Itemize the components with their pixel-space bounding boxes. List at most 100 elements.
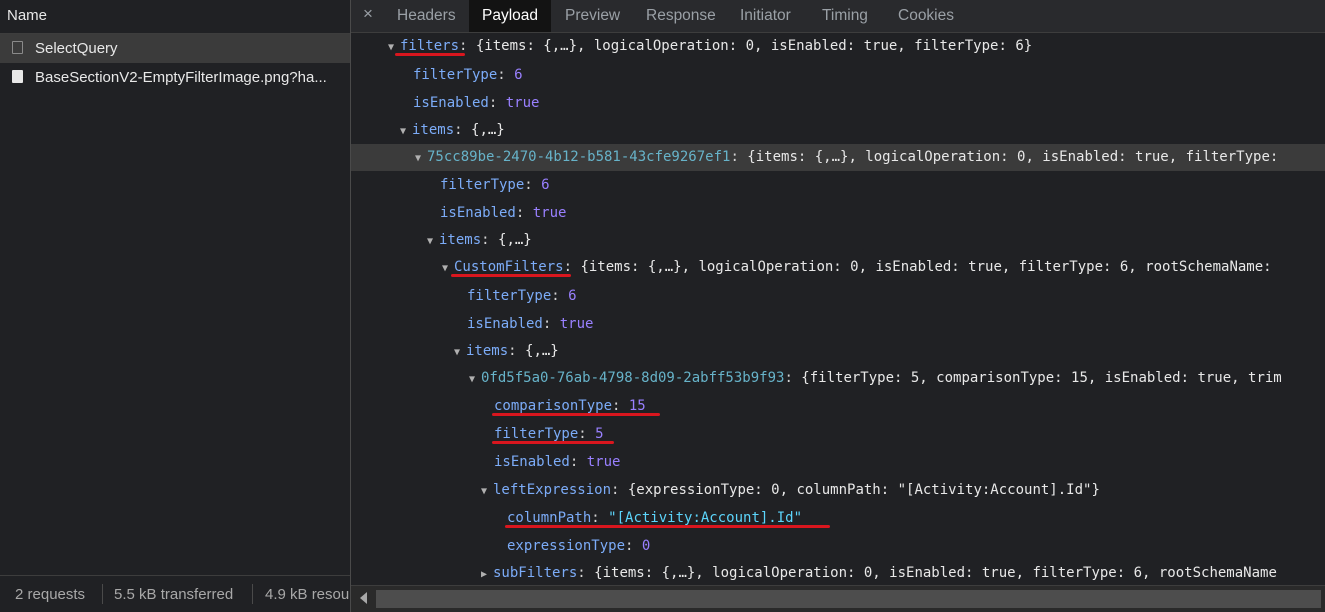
tab-response[interactable]: Response [646, 0, 716, 32]
horizontal-scrollbar[interactable] [351, 585, 1325, 612]
key-separator: : [459, 38, 476, 54]
image-file-icon [12, 70, 23, 83]
payload-tree-row[interactable]: filterType: 6 [351, 62, 1325, 89]
expand-arrow-down-icon[interactable]: ▼ [415, 145, 424, 172]
tree-summary: {expressionType: 0, columnPath: "[Activi… [627, 482, 1100, 498]
tree-key: leftExpression [493, 482, 612, 498]
tree-key: expressionType [507, 538, 626, 554]
payload-tree-row[interactable]: isEnabled: true [351, 311, 1325, 338]
key-separator: : [563, 259, 581, 275]
tree-value: true [532, 205, 567, 221]
payload-tree-row[interactable]: expressionType: 0 [351, 533, 1325, 560]
request-name: SelectQuery [35, 40, 118, 57]
tree-key: isEnabled [467, 316, 543, 332]
tab-headers[interactable]: Headers [397, 0, 456, 32]
expand-arrow-down-icon[interactable]: ▼ [454, 339, 463, 366]
payload-tree-row[interactable]: ▼ items: {,…} [351, 117, 1325, 144]
tree-key: isEnabled [440, 205, 516, 221]
request-name: BaseSectionV2-EmptyFilterImage.png?ha... [35, 69, 327, 86]
payload-tree-row[interactable]: ▼ items: {,…} [351, 227, 1325, 254]
payload-tree-row[interactable]: ▼ filters: {items: {,…}, logicalOperation… [351, 33, 1325, 60]
expand-arrow-down-icon[interactable]: ▼ [388, 34, 397, 61]
key-separator: : [454, 122, 472, 138]
tree-summary: {,…} [525, 343, 559, 359]
tree-value: 6 [514, 67, 523, 83]
tree-key: columnPath [507, 510, 592, 526]
key-separator: : [515, 205, 533, 221]
expand-arrow-down-icon[interactable]: ▼ [481, 478, 490, 505]
tree-value: "[Activity:Account].Id" [608, 510, 803, 526]
expand-arrow-down-icon[interactable]: ▼ [400, 118, 409, 145]
tab-preview[interactable]: Preview [565, 0, 620, 32]
payload-tree-row[interactable]: isEnabled: true [351, 90, 1325, 117]
tree-value: 5 [595, 426, 604, 442]
details-tab-bar: × Headers Payload Preview Response Initi… [351, 0, 1325, 33]
red-annotation-underline [492, 413, 660, 416]
tree-value: 15 [628, 398, 646, 414]
resource-size: 4.9 kB resou [265, 586, 350, 603]
tree-key: isEnabled [413, 95, 489, 111]
payload-tree-row[interactable]: ▼ items: {,…} [351, 338, 1325, 365]
tree-key: items [412, 122, 455, 138]
tree-key: filterType [494, 426, 579, 442]
scrollbar-thumb[interactable] [376, 590, 1321, 608]
tree-summary: {filterType: 5, comparisonType: 15, isEn… [801, 370, 1282, 386]
tree-key: items [439, 232, 482, 248]
expand-arrow-down-icon[interactable]: ▼ [469, 366, 478, 393]
tree-key: 75cc89be-2470-4b12-b581-43cfe9267ef1 [427, 149, 731, 165]
request-item-image[interactable]: BaseSectionV2-EmptyFilterImage.png?ha... [0, 63, 350, 92]
tab-timing[interactable]: Timing [822, 0, 868, 32]
tree-key: items [466, 343, 509, 359]
key-separator: : [611, 482, 628, 498]
key-separator: : [578, 426, 596, 442]
tree-key: CustomFilters [454, 259, 564, 275]
tree-summary: {items: {,…}, logicalOperation: 0, isEna… [580, 259, 1272, 275]
key-separator: : [577, 565, 595, 581]
tree-summary: {items: {,…}, logicalOperation: 0, isEna… [475, 38, 1033, 54]
payload-tree-row[interactable]: filterType: 6 [351, 283, 1325, 310]
key-separator: : [591, 510, 609, 526]
tree-value: true [559, 316, 594, 332]
tree-key: filterType [467, 288, 552, 304]
scroll-left-arrow-icon[interactable] [360, 592, 367, 604]
request-item-selectquery[interactable]: SelectQuery [0, 34, 350, 63]
key-separator: : [542, 316, 560, 332]
name-column-header[interactable]: Name [0, 0, 350, 34]
tab-initiator[interactable]: Initiator [740, 0, 791, 32]
red-annotation-underline [395, 53, 465, 56]
expand-arrow-right-icon[interactable]: ▶ [481, 561, 490, 586]
payload-tree-row[interactable]: columnPath: "[Activity:Account].Id" [351, 505, 1325, 532]
payload-tree-row[interactable]: ▼ 75cc89be-2470-4b12-b581-43cfe9267ef1: {… [351, 144, 1325, 171]
key-separator: : [488, 95, 506, 111]
payload-tree-row[interactable]: isEnabled: true [351, 200, 1325, 227]
document-icon [12, 41, 23, 54]
tab-cookies[interactable]: Cookies [898, 0, 954, 32]
payload-tree-row[interactable]: isEnabled: true [351, 449, 1325, 476]
tree-summary: {items: {,…}, logicalOperation: 0, isEna… [747, 149, 1279, 165]
tree-key: filters [400, 38, 460, 54]
red-annotation-underline [505, 525, 830, 528]
tree-value: true [586, 454, 621, 470]
tree-key: filterType [440, 177, 525, 193]
payload-tree: ▼ filters: {items: {,…}, logicalOperation… [351, 33, 1325, 586]
key-separator: : [625, 538, 642, 554]
tree-key: 0fd5f5a0-76ab-4798-8d09-2abff53b9f93 [481, 370, 785, 386]
payload-tree-row[interactable]: ▶ subFilters: {items: {,…}, logicalOperat… [351, 560, 1325, 586]
key-separator: : [524, 177, 542, 193]
key-separator: : [730, 149, 748, 165]
tree-summary: {,…} [471, 122, 505, 138]
key-separator: : [481, 232, 499, 248]
tree-value: 6 [568, 288, 577, 304]
key-separator: : [569, 454, 587, 470]
payload-tree-row[interactable]: ▼ leftExpression: {expressionType: 0, col… [351, 477, 1325, 504]
key-separator: : [612, 398, 629, 414]
network-status-bar: 2 requests 5.5 kB transferred 4.9 kB res… [0, 575, 350, 612]
tab-payload[interactable]: Payload [469, 0, 552, 32]
close-icon[interactable]: × [363, 4, 373, 24]
expand-arrow-down-icon[interactable]: ▼ [442, 255, 451, 282]
tree-summary: {items: {,…}, logicalOperation: 0, isEna… [594, 565, 1277, 581]
expand-arrow-down-icon[interactable]: ▼ [427, 228, 436, 255]
payload-tree-row[interactable]: ▼ 0fd5f5a0-76ab-4798-8d09-2abff53b9f93: {… [351, 365, 1325, 392]
payload-tree-row[interactable]: filterType: 6 [351, 172, 1325, 199]
request-count: 2 requests [15, 586, 86, 603]
